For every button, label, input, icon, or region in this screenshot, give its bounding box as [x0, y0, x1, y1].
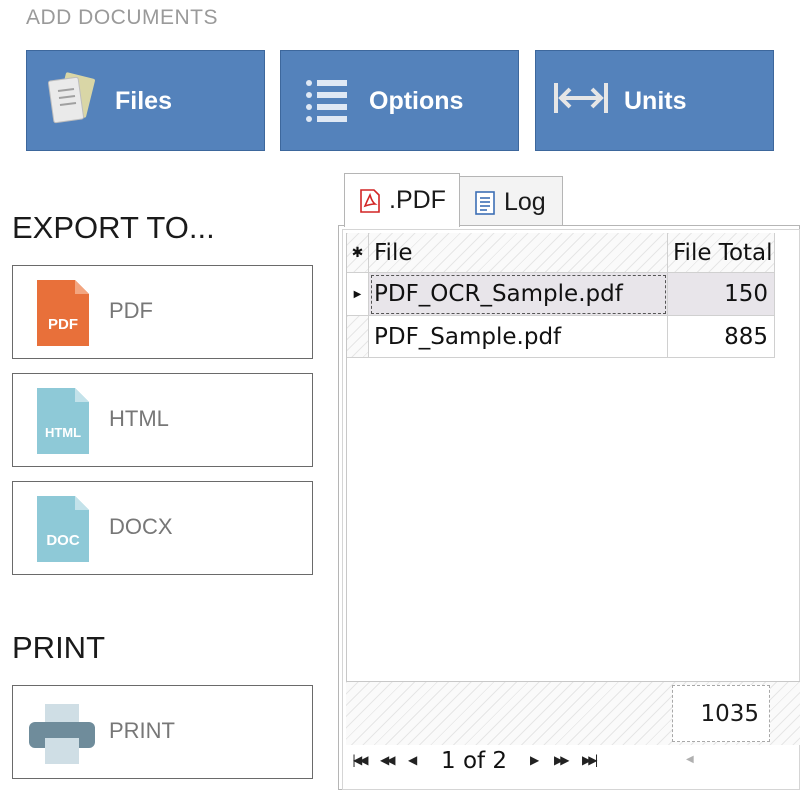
print-button-label: PRINT: [109, 718, 175, 743]
export-docx-label: DOCX: [109, 514, 173, 539]
tab-pdf-label: .PDF: [389, 186, 446, 214]
pager-bar: |◀◀ ◀◀ ◀ 1 of 2 ▶ ▶▶ ▶▶| ◀: [346, 745, 800, 783]
add-documents-heading: ADD DOCUMENTS: [26, 6, 219, 29]
first-page-icon[interactable]: |◀◀: [352, 753, 368, 767]
export-html-button[interactable]: HTML HTML: [12, 373, 313, 467]
next-block-icon[interactable]: ▶▶: [554, 753, 570, 767]
export-to-heading: EXPORT TO...: [12, 210, 215, 245]
export-pdf-label: PDF: [109, 298, 153, 323]
options-button-label: Options: [369, 87, 464, 115]
tab-log[interactable]: Log: [459, 176, 563, 228]
files-button-label: Files: [115, 87, 172, 115]
units-button[interactable]: Units: [535, 50, 774, 151]
next-page-icon[interactable]: ▶: [530, 753, 539, 767]
tab-log-label: Log: [504, 188, 546, 216]
page-indicator: 1 of 2: [441, 748, 508, 774]
row-indicator[interactable]: ▶: [347, 273, 369, 316]
log-icon: [475, 190, 495, 215]
previous-block-icon[interactable]: ◀◀: [380, 753, 396, 767]
pdf-icon: [360, 188, 380, 213]
svg-text:PDF: PDF: [48, 316, 78, 333]
svg-text:HTML: HTML: [45, 425, 81, 440]
last-page-icon[interactable]: ▶▶|: [582, 753, 598, 767]
doc-file-icon: DOC: [37, 496, 89, 562]
file-grid: ✱ File File Total ▶ PDF_OCR_Sample.pdf 1…: [346, 233, 800, 681]
units-arrows-icon: [554, 83, 608, 113]
print-button[interactable]: PRINT: [12, 685, 313, 779]
files-button[interactable]: Files: [26, 50, 265, 151]
horizontal-scroll-left-icon[interactable]: ◀: [686, 754, 694, 765]
column-header-file[interactable]: File: [369, 233, 668, 273]
table-row-file-cell[interactable]: PDF_Sample.pdf: [369, 316, 668, 358]
svg-text:DOC: DOC: [46, 532, 80, 549]
print-heading: PRINT: [12, 630, 105, 665]
export-pdf-button[interactable]: PDF PDF: [12, 265, 313, 359]
export-docx-button[interactable]: DOC DOCX: [12, 481, 313, 575]
grand-total-cell: 1035: [672, 685, 770, 742]
options-list-icon: [306, 80, 347, 122]
table-row-total-cell[interactable]: 150: [668, 273, 775, 316]
column-header-file-total[interactable]: File Total: [668, 233, 775, 273]
previous-page-icon[interactable]: ◀: [408, 753, 417, 767]
table-row-total-cell[interactable]: 885: [668, 316, 775, 358]
files-icon: [47, 72, 95, 124]
export-html-label: HTML: [109, 406, 169, 431]
units-button-label: Units: [624, 87, 687, 115]
new-row-header-cell[interactable]: ✱: [347, 233, 369, 273]
row-indicator[interactable]: [347, 316, 369, 358]
printer-icon: [29, 704, 95, 764]
options-button[interactable]: Options: [280, 50, 519, 151]
tab-pdf[interactable]: .PDF: [344, 173, 460, 227]
html-file-icon: HTML: [37, 388, 89, 454]
pdf-file-icon: PDF: [37, 280, 89, 346]
table-row-file-cell[interactable]: PDF_OCR_Sample.pdf: [369, 273, 668, 316]
